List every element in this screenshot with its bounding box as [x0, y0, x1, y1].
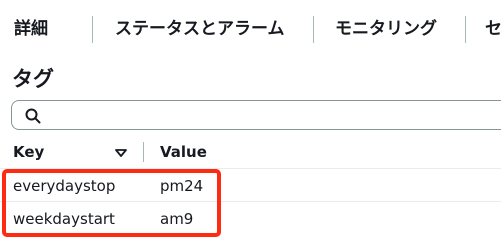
- highlight-annotation: [2, 169, 221, 237]
- column-header-value: Value: [160, 143, 207, 161]
- table-header: Key Value: [0, 136, 501, 168]
- column-divider[interactable]: [143, 142, 144, 162]
- tab-bar: 詳細 ステータスとアラーム モニタリング セ: [0, 0, 501, 58]
- tab-monitoring[interactable]: モニタリング: [335, 16, 437, 42]
- section-title: タグ: [12, 67, 54, 91]
- tab-divider: [313, 16, 314, 43]
- tab-partial[interactable]: セ: [485, 16, 501, 42]
- search-icon: [25, 108, 41, 124]
- column-header-key[interactable]: Key: [13, 142, 44, 162]
- tab-divider: [465, 16, 466, 43]
- sort-descending-icon[interactable]: [115, 149, 127, 157]
- tab-status-alarms[interactable]: ステータスとアラーム: [115, 16, 285, 42]
- tab-divider: [92, 16, 93, 43]
- tab-details[interactable]: 詳細: [14, 16, 48, 42]
- search-field[interactable]: [11, 100, 501, 130]
- search-input[interactable]: [52, 105, 492, 125]
